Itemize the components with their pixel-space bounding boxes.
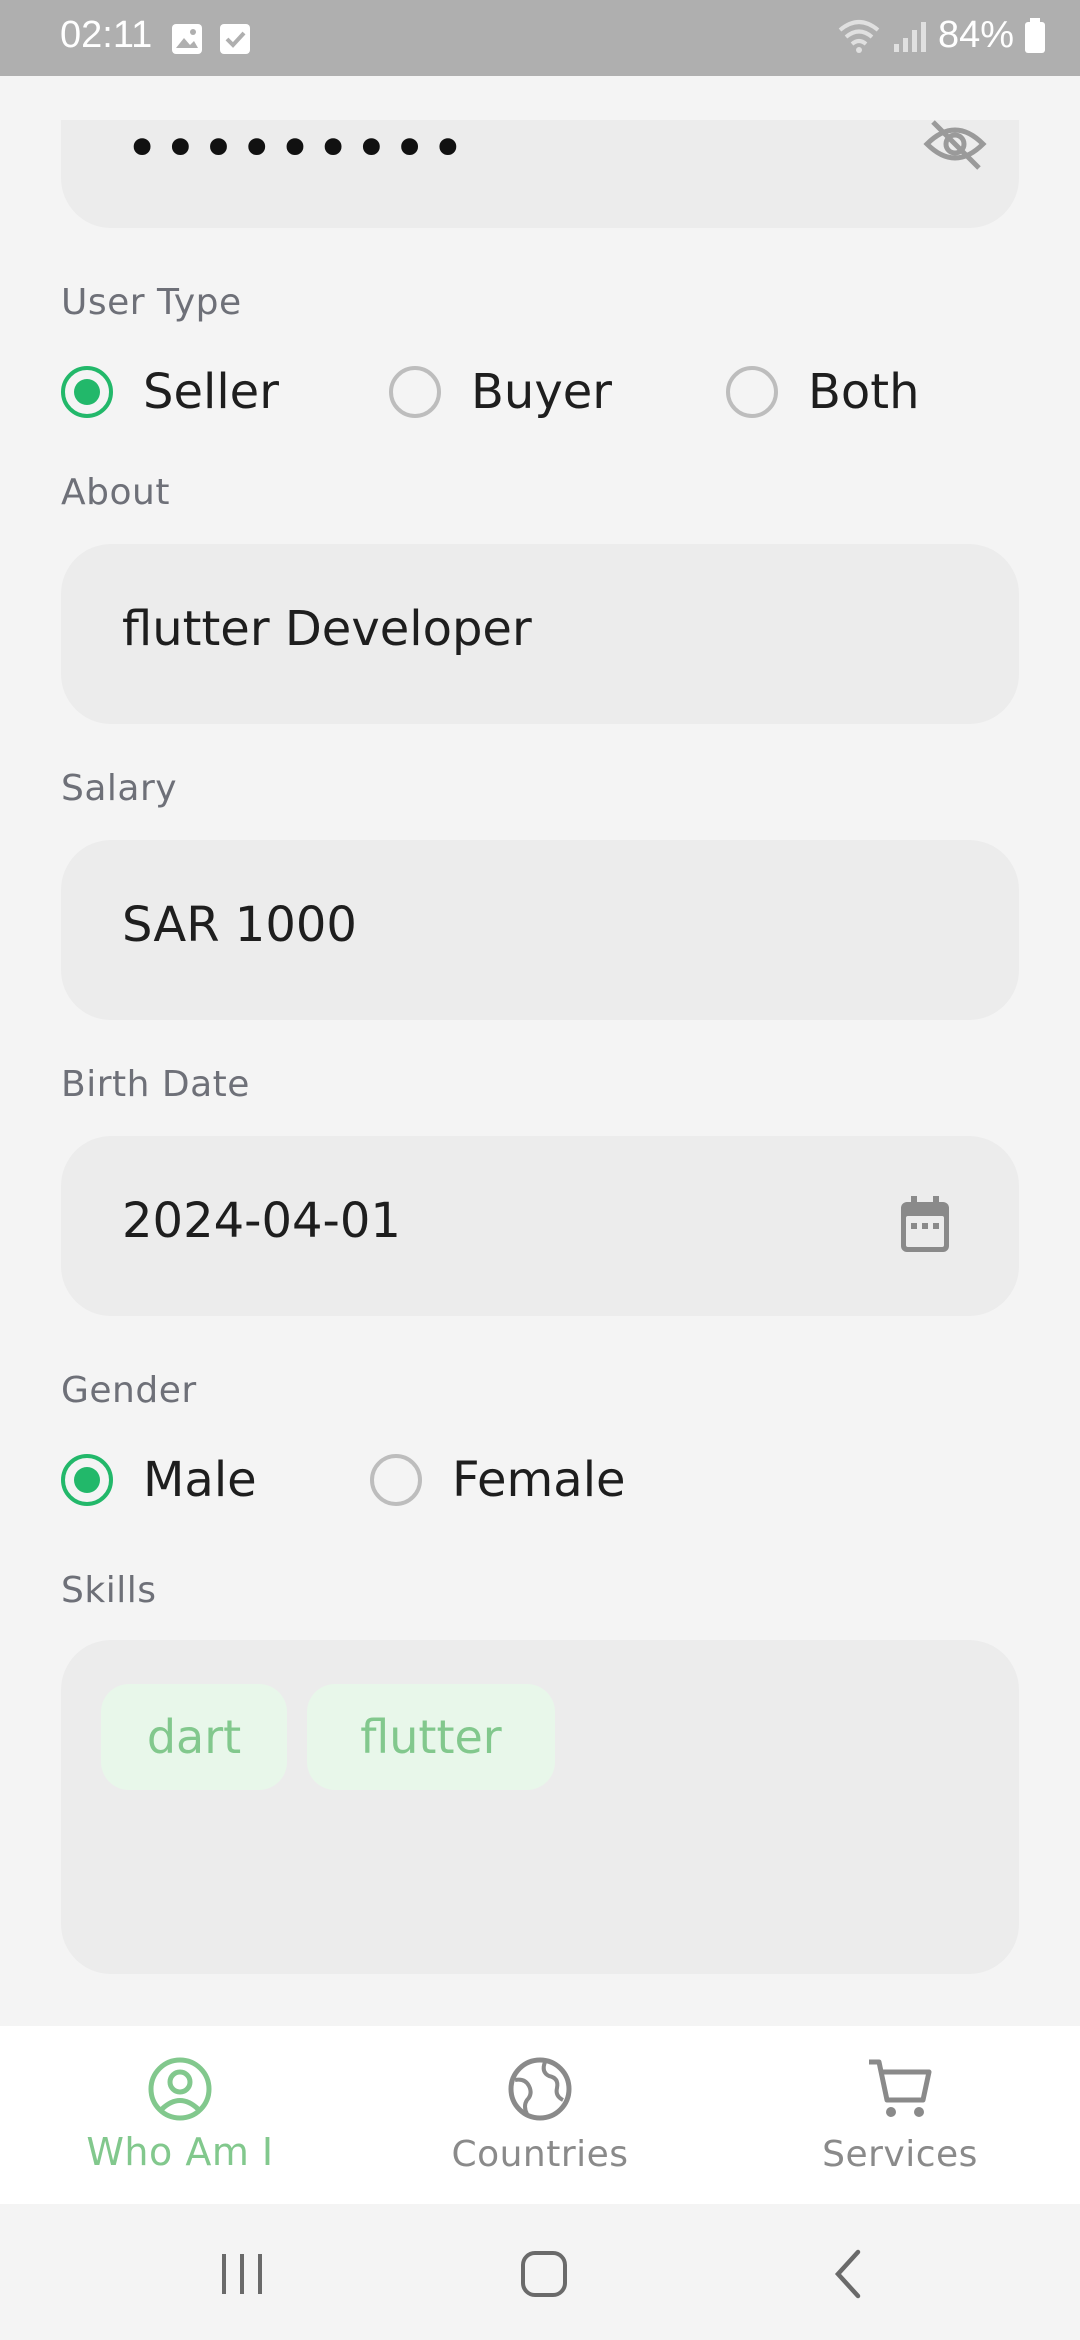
- nav-services[interactable]: Services: [750, 2026, 1050, 2204]
- about-input[interactable]: flutter Developer: [61, 544, 1019, 724]
- check-notification-icon: [220, 24, 250, 54]
- about-label: About: [61, 472, 170, 513]
- skill-chip-dart[interactable]: dart: [101, 1684, 287, 1790]
- status-bar: 02:11 84%: [0, 0, 1080, 76]
- about-value: flutter Developer: [122, 601, 532, 657]
- radio-both-label: Both: [808, 364, 920, 420]
- birth-date-input[interactable]: 2024-04-01: [61, 1136, 1019, 1316]
- wifi-icon: [838, 19, 880, 53]
- nav-who-am-i[interactable]: Who Am I: [30, 2026, 330, 2204]
- radio-male[interactable]: Male: [61, 1450, 257, 1510]
- birth-date-value: 2024-04-01: [122, 1193, 401, 1249]
- radio-buyer-label: Buyer: [471, 364, 613, 420]
- nav-who-am-i-label: Who Am I: [86, 2130, 274, 2174]
- status-time: 02:11: [60, 14, 153, 56]
- radio-buyer-indicator[interactable]: [389, 366, 441, 418]
- skills-input[interactable]: dart flutter: [61, 1640, 1019, 1974]
- gender-radio-group: Male Female: [61, 1450, 761, 1510]
- status-right: 84%: [836, 14, 1046, 57]
- home-icon[interactable]: [514, 2244, 574, 2304]
- image-notification-icon: [172, 24, 202, 54]
- skills-label: Skills: [61, 1570, 157, 1611]
- signal-icon: [893, 21, 926, 52]
- salary-value: SAR 1000: [122, 897, 357, 953]
- nav-countries-label: Countries: [451, 2134, 629, 2175]
- salary-label: Salary: [61, 768, 178, 809]
- radio-both[interactable]: Both: [726, 362, 920, 422]
- system-nav-bar: [0, 2204, 1080, 2340]
- battery-icon: [1025, 17, 1045, 53]
- cart-icon: [869, 2059, 932, 2117]
- user-type-label: User Type: [61, 282, 242, 323]
- salary-input[interactable]: SAR 1000: [61, 840, 1019, 1020]
- gender-label: Gender: [61, 1370, 197, 1411]
- bottom-nav: Who Am I Countries Services: [0, 2026, 1080, 2204]
- user-type-radio-group: Seller Buyer Both: [61, 362, 1021, 422]
- radio-buyer[interactable]: Buyer: [389, 362, 612, 422]
- user-circle-icon: [148, 2057, 212, 2121]
- recents-icon[interactable]: [212, 2244, 272, 2304]
- radio-female[interactable]: Female: [370, 1450, 626, 1510]
- nav-services-label: Services: [822, 2134, 978, 2175]
- radio-female-label: Female: [452, 1452, 626, 1508]
- password-field[interactable]: •••••••••: [61, 114, 1019, 228]
- battery-percent: 84%: [937, 14, 1014, 56]
- calendar-icon[interactable]: [899, 1196, 951, 1254]
- eye-off-icon[interactable]: [923, 120, 987, 174]
- radio-both-indicator[interactable]: [726, 366, 778, 418]
- birth-date-label: Birth Date: [61, 1064, 250, 1105]
- skill-chip-flutter[interactable]: flutter: [307, 1684, 555, 1790]
- nav-countries[interactable]: Countries: [390, 2026, 690, 2204]
- back-icon[interactable]: [818, 2244, 878, 2304]
- radio-female-indicator[interactable]: [370, 1454, 422, 1506]
- globe-icon: [508, 2057, 572, 2121]
- password-value: •••••••••: [125, 114, 469, 182]
- radio-male-label: Male: [143, 1452, 257, 1508]
- radio-male-indicator[interactable]: [61, 1454, 113, 1506]
- radio-seller-label: Seller: [143, 364, 279, 420]
- radio-seller-indicator[interactable]: [61, 366, 113, 418]
- radio-seller[interactable]: Seller: [61, 362, 279, 422]
